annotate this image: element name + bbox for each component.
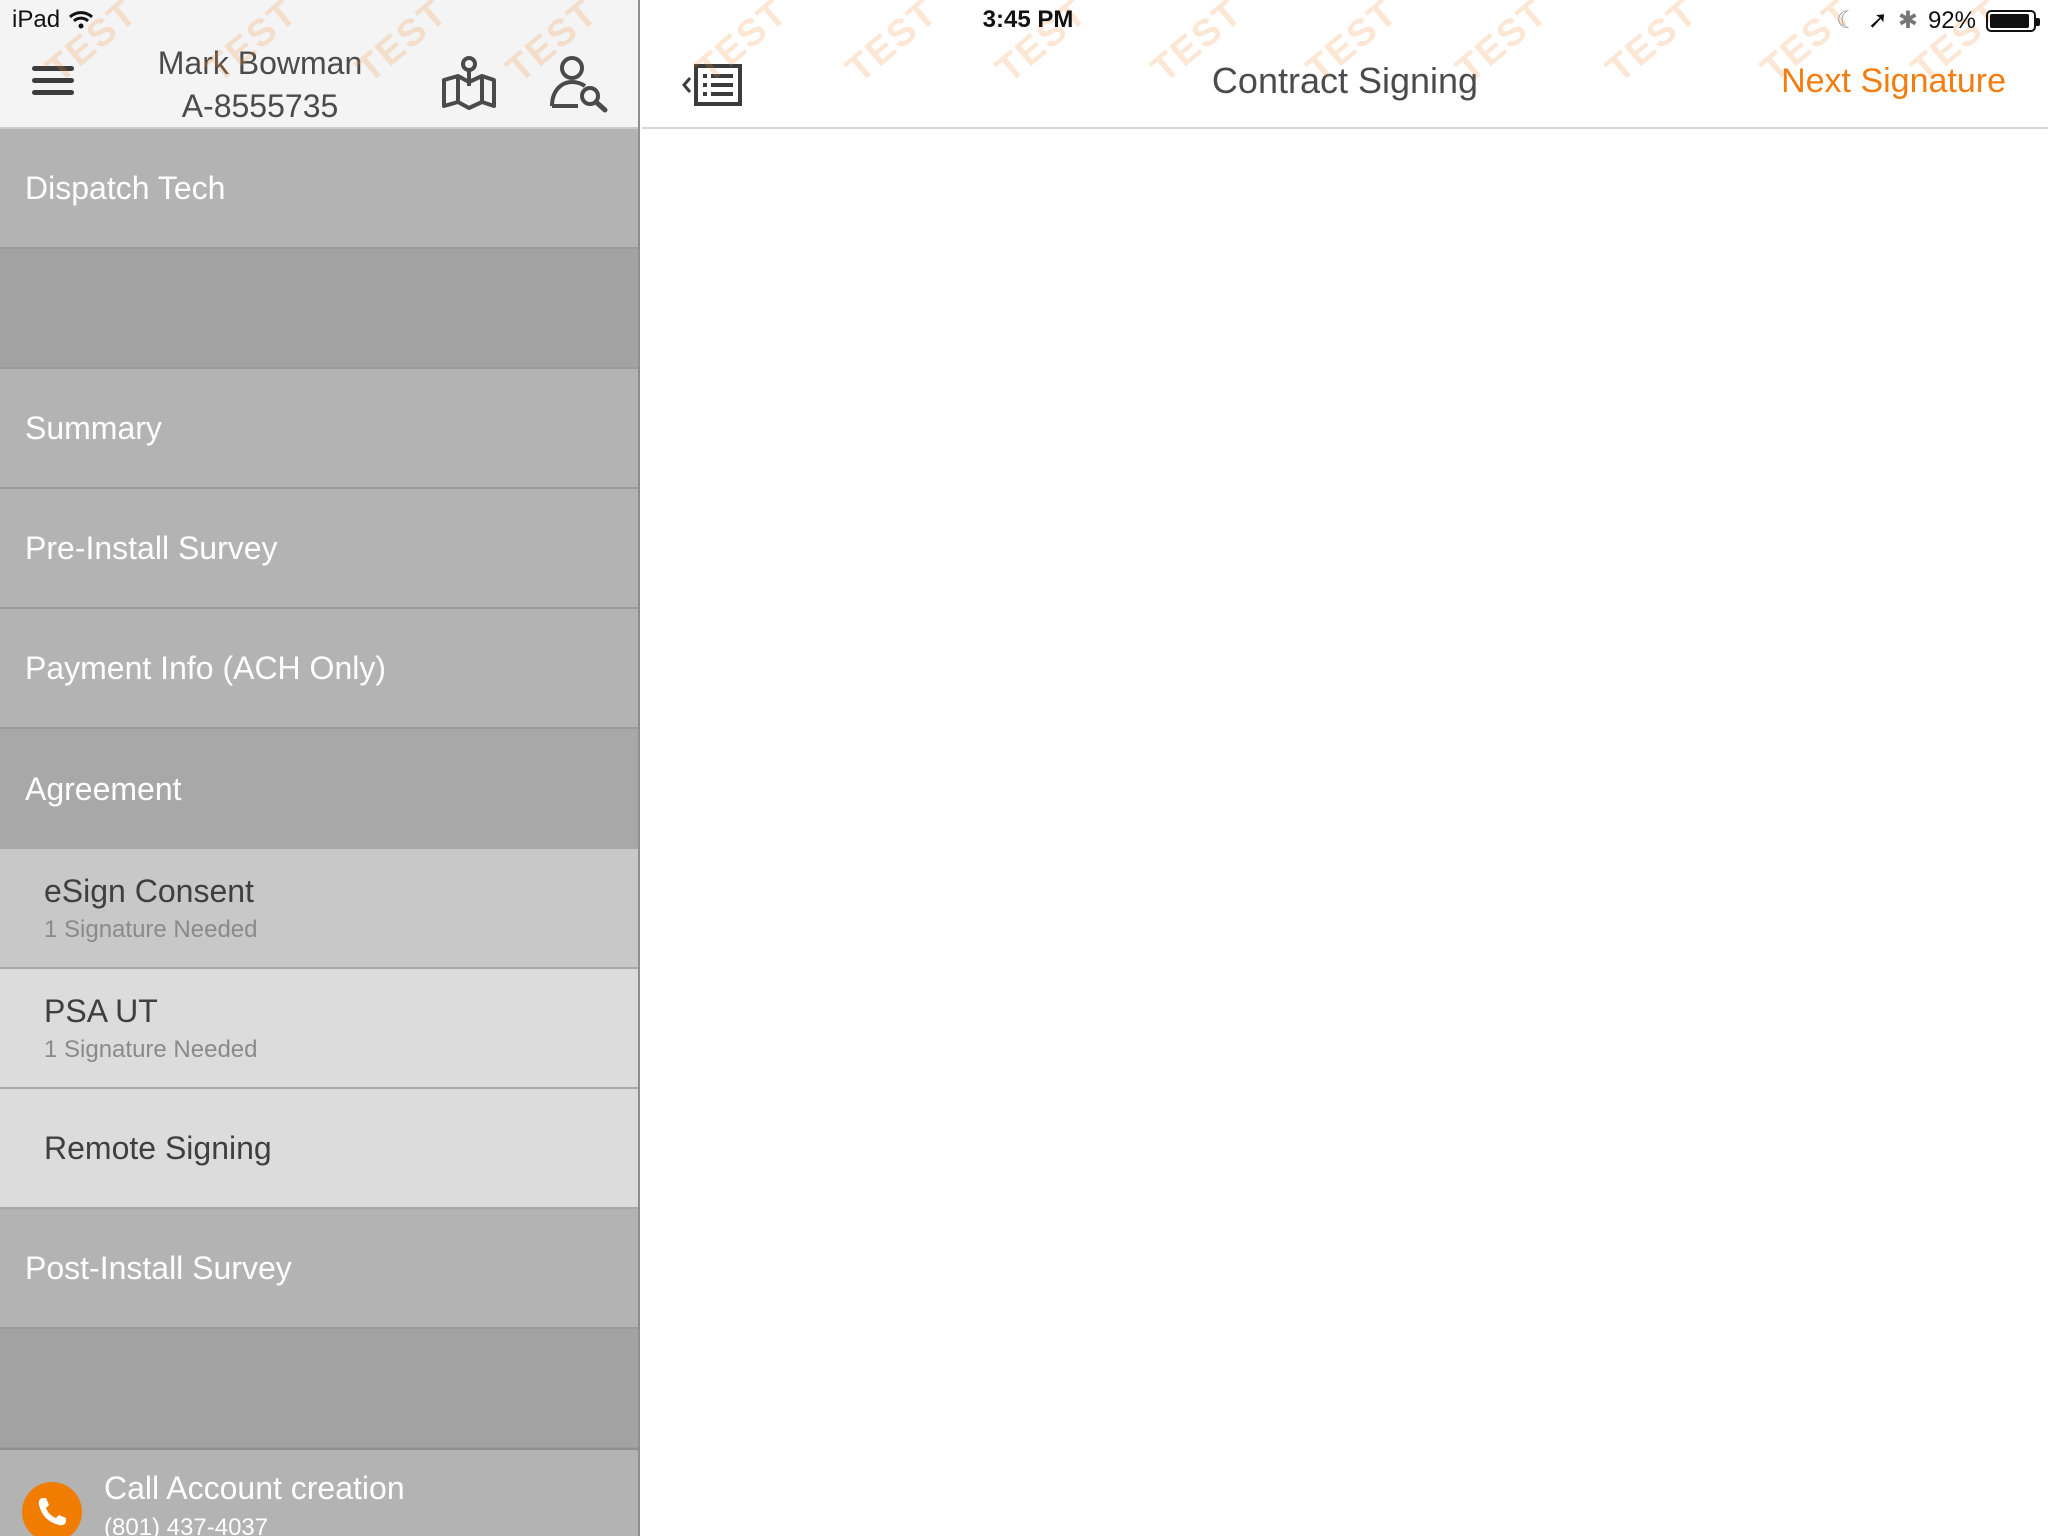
menu-agreement[interactable]: Agreement (0, 729, 638, 849)
user-search-icon[interactable] (548, 52, 610, 114)
phone-icon (22, 1482, 82, 1536)
moon-icon: ☾ (1836, 7, 1858, 34)
account-id: A-8555735 (181, 88, 339, 124)
call-number: (801) 437-4037 (104, 1514, 269, 1536)
menu-post-install-survey[interactable]: Post-Install Survey (0, 1209, 638, 1329)
sidebar: Mark Bowman A-8555735 Dispatch Tech Summ… (0, 0, 640, 1536)
hamburger-menu-icon[interactable] (32, 66, 74, 96)
menu-blank-section (0, 249, 638, 369)
customer-info: Mark Bowman A-8555735 (110, 42, 410, 128)
location-arrow-icon: ➚ (1867, 7, 1888, 34)
bluetooth-icon: ✱ (1897, 7, 1918, 34)
sub-item-esign-consent[interactable]: eSign Consent 1 Signature Needed (0, 849, 638, 969)
next-signature-button[interactable]: Next Signature (1781, 62, 2006, 101)
map-pin-icon[interactable] (438, 52, 500, 114)
sub-item-remote-signing[interactable]: Remote Signing (0, 1089, 638, 1209)
menu-payment-info[interactable]: Payment Info (ACH Only) (0, 609, 638, 729)
sub-item-psa-ut[interactable]: PSA UT 1 Signature Needed (0, 969, 638, 1089)
menu-summary[interactable]: Summary (0, 369, 638, 489)
document-area[interactable] (642, 129, 2048, 1536)
status-time: 3:45 PM (982, 6, 1074, 33)
battery-percent: 92% (1927, 6, 1976, 34)
menu-blank-footer (0, 1329, 638, 1449)
customer-name: Mark Bowman (157, 45, 363, 81)
menu-pre-install-survey[interactable]: Pre-Install Survey (0, 489, 638, 609)
call-account-creation[interactable]: Call Account creation (801) 437-4037 (0, 1448, 638, 1536)
call-title: Call Account creation (104, 1470, 405, 1506)
menu-dispatch-tech[interactable]: Dispatch Tech (0, 129, 638, 249)
status-bar: iPad 3:45 PM ☾ ➚ ✱ 92% (0, 0, 2048, 40)
battery-icon (1986, 9, 2040, 32)
